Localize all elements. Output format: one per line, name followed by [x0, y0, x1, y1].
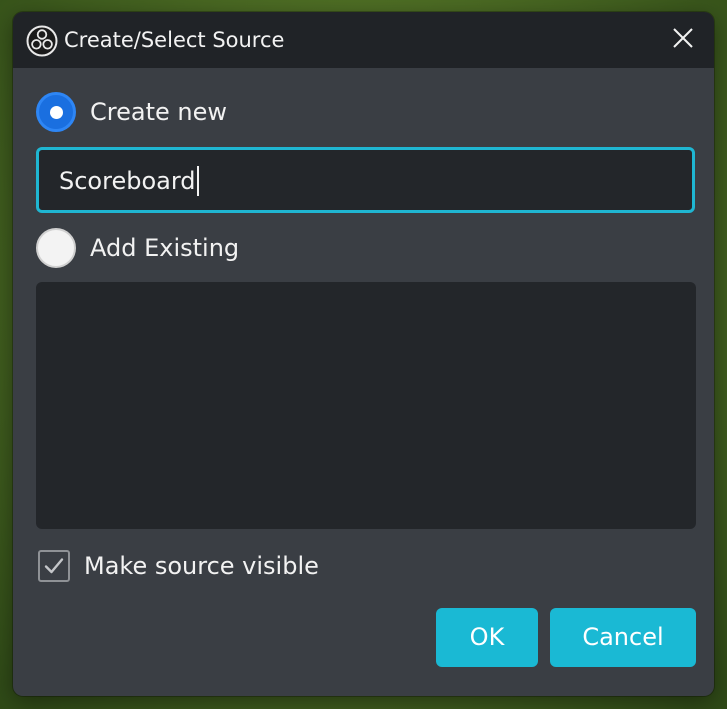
source-name-input[interactable]: Scoreboard — [36, 147, 695, 213]
title-bar: Create/Select Source — [13, 12, 714, 68]
make-visible-checkbox[interactable] — [38, 550, 70, 582]
obs-logo-icon — [26, 25, 58, 57]
dialog-title: Create/Select Source — [64, 28, 285, 52]
create-new-radio[interactable] — [36, 92, 76, 132]
add-existing-label[interactable]: Add Existing — [90, 233, 239, 263]
create-select-source-dialog: Create/Select Source Create new Scoreboa… — [13, 12, 714, 696]
checkmark-icon — [42, 554, 66, 582]
text-caret — [196, 166, 199, 196]
add-existing-radio[interactable] — [36, 228, 76, 268]
source-name-value: Scoreboard — [59, 166, 199, 196]
close-button[interactable] — [661, 20, 705, 60]
cancel-button[interactable]: Cancel — [550, 608, 696, 667]
existing-sources-list[interactable] — [36, 282, 696, 529]
make-visible-label[interactable]: Make source visible — [84, 551, 319, 581]
ok-button[interactable]: OK — [436, 608, 538, 667]
close-icon — [672, 27, 694, 53]
create-new-label[interactable]: Create new — [90, 97, 227, 127]
